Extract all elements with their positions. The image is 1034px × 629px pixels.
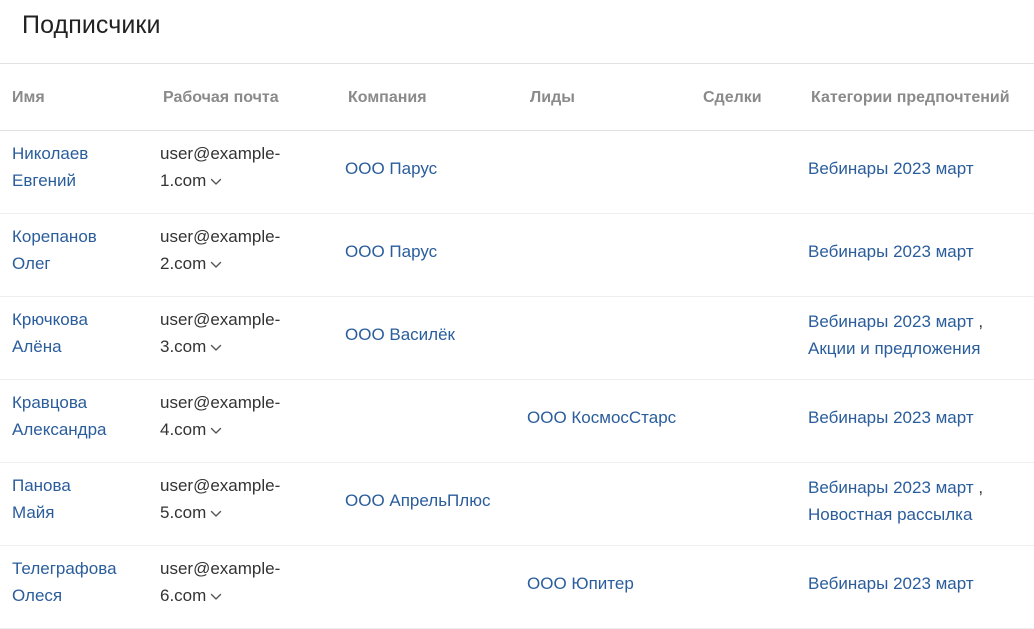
first-name: Майя xyxy=(12,503,55,522)
table-row: Крючкова Алёна user@example- 3.com ООО Васил… xyxy=(0,297,1034,380)
email-part: 3.com xyxy=(160,337,207,356)
table-row: Кравцова Александра user@example- 4.com ООО … xyxy=(0,380,1034,463)
column-header-name[interactable]: Имя xyxy=(12,89,45,107)
category-link[interactable]: Вебинары 2023 март xyxy=(808,242,974,261)
email-cell: user@example- 4.com xyxy=(160,389,280,444)
last-name: Панова xyxy=(12,476,71,495)
category-link[interactable]: Акции и предложения xyxy=(808,339,980,358)
first-name: Евгений xyxy=(12,171,77,190)
email-part: 1.com xyxy=(160,171,207,190)
chevron-down-icon[interactable] xyxy=(210,333,222,360)
email-cell: user@example- 5.com xyxy=(160,472,280,527)
chevron-down-icon[interactable] xyxy=(210,167,222,194)
category-separator: , xyxy=(973,478,984,497)
last-name: Телеграфова xyxy=(12,559,117,578)
category-link[interactable]: Вебинары 2023 март xyxy=(808,478,974,497)
category-link[interactable]: Вебинары 2023 март xyxy=(808,574,974,593)
last-name: Корепанов xyxy=(12,227,97,246)
table-row: Панова Майя user@example- 5.com ООО АпрельПл… xyxy=(0,463,1034,546)
email-part: 6.com xyxy=(160,586,207,605)
subscriber-name-link[interactable]: Корепанов Олег xyxy=(12,223,142,277)
email-part: user@example- xyxy=(160,559,281,578)
table-row: Телеграфова Олеся user@example- 6.com ООО Юп… xyxy=(0,546,1034,629)
email-part: user@example- xyxy=(160,476,281,495)
last-name: Крючкова xyxy=(12,310,88,329)
category-link[interactable]: Вебинары 2023 март xyxy=(808,159,974,178)
page-title: Подписчики xyxy=(22,11,161,39)
email-cell: user@example- 1.com xyxy=(160,140,280,195)
email-part: user@example- xyxy=(160,393,281,412)
first-name: Олеся xyxy=(12,586,63,605)
table-header: Имя Рабочая почта Компания Лиды Сделки К… xyxy=(0,64,1034,131)
company-link[interactable]: ООО Парус xyxy=(345,155,437,182)
subscriber-name-link[interactable]: Крючкова Алёна xyxy=(12,306,142,360)
categories-cell: Вебинары 2023 март , Акции и предложения xyxy=(808,308,983,362)
subscriber-name-link[interactable]: Телеграфова Олеся xyxy=(12,555,142,609)
last-name: Николаев xyxy=(12,144,89,163)
subscriber-name-link[interactable]: Кравцова Александра xyxy=(12,389,142,443)
chevron-down-icon[interactable] xyxy=(210,499,222,526)
company-link[interactable]: ООО Парус xyxy=(345,238,437,265)
column-header-email[interactable]: Рабочая почта xyxy=(163,89,279,107)
company-link[interactable]: ООО АпрельПлюс xyxy=(345,487,490,514)
email-cell: user@example- 2.com xyxy=(160,223,280,278)
category-link[interactable]: Вебинары 2023 март xyxy=(808,408,974,427)
category-separator: , xyxy=(973,312,984,331)
categories-cell: Вебинары 2023 март xyxy=(808,155,974,182)
table-body: Николаев Евгений user@example- 1.com ООО Пар… xyxy=(0,131,1034,629)
email-cell: user@example- 3.com xyxy=(160,306,280,361)
categories-cell: Вебинары 2023 март xyxy=(808,404,974,431)
category-link[interactable]: Новостная рассылка xyxy=(808,505,972,524)
column-header-company[interactable]: Компания xyxy=(348,89,427,107)
page-header: Подписчики xyxy=(0,0,1034,64)
categories-cell: Вебинары 2023 март xyxy=(808,238,974,265)
chevron-down-icon[interactable] xyxy=(210,250,222,277)
first-name: Олег xyxy=(12,254,51,273)
email-part: 2.com xyxy=(160,254,207,273)
first-name: Александра xyxy=(12,420,107,439)
table-row: Николаев Евгений user@example- 1.com ООО Пар… xyxy=(0,131,1034,214)
categories-cell: Вебинары 2023 март , Новостная рассылка xyxy=(808,474,983,528)
chevron-down-icon[interactable] xyxy=(210,582,222,609)
email-part: user@example- xyxy=(160,227,281,246)
chevron-down-icon[interactable] xyxy=(210,416,222,443)
email-part: user@example- xyxy=(160,144,281,163)
lead-link[interactable]: ООО КосмосСтарс xyxy=(527,404,676,431)
subscriber-name-link[interactable]: Панова Майя xyxy=(12,472,142,526)
category-link[interactable]: Вебинары 2023 март xyxy=(808,312,974,331)
table-row: Корепанов Олег user@example- 2.com ООО Парус… xyxy=(0,214,1034,297)
email-part: user@example- xyxy=(160,310,281,329)
column-header-leads[interactable]: Лиды xyxy=(530,89,575,107)
categories-cell: Вебинары 2023 март xyxy=(808,570,974,597)
column-header-categories[interactable]: Категории предпочтений xyxy=(811,89,1010,107)
subscriber-name-link[interactable]: Николаев Евгений xyxy=(12,140,142,194)
email-cell: user@example- 6.com xyxy=(160,555,280,610)
first-name: Алёна xyxy=(12,337,62,356)
email-part: 4.com xyxy=(160,420,207,439)
company-link[interactable]: ООО Василёк xyxy=(345,321,455,348)
last-name: Кравцова xyxy=(12,393,88,412)
column-header-deals[interactable]: Сделки xyxy=(703,89,762,107)
email-part: 5.com xyxy=(160,503,207,522)
lead-link[interactable]: ООО Юпитер xyxy=(527,570,634,597)
